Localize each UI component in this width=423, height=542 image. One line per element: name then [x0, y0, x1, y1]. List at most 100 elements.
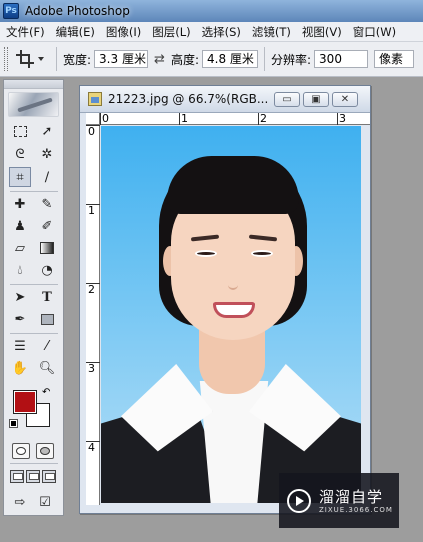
foreground-color-swatch[interactable]	[13, 390, 37, 414]
ruler-tick	[86, 441, 100, 442]
menu-filter[interactable]: 滤镜(T)	[246, 24, 296, 40]
chevron-down-icon	[38, 57, 44, 61]
document-title: 21223.jpg @ 66.7%(RGB...	[108, 92, 268, 106]
zoom-tool-icon[interactable]: 🔍︎	[36, 358, 58, 378]
toolbox-grip[interactable]	[4, 80, 63, 89]
ruler-tick	[337, 113, 338, 125]
tool-preset-picker[interactable]	[16, 47, 50, 71]
gradient-tool-icon[interactable]	[36, 238, 58, 258]
photoshop-window: Ps Adobe Photoshop 文件(F) 编辑(E) 图像(I) 图层(…	[0, 0, 423, 542]
healing-brush-tool-icon[interactable]: ✚	[9, 194, 31, 214]
ruler-tick	[86, 204, 100, 205]
divider	[10, 333, 58, 334]
ruler-label: 1	[181, 112, 188, 125]
image-file-icon	[88, 92, 102, 106]
photoshop-feather-logo[interactable]	[8, 92, 59, 117]
divider	[56, 47, 57, 71]
width-input[interactable]: 3.3 厘米	[94, 50, 149, 68]
ruler-tick	[86, 125, 100, 126]
menu-file[interactable]: 文件(F)	[0, 24, 50, 40]
ruler-label: 3	[88, 362, 95, 375]
magic-wand-tool-icon[interactable]: ✲	[36, 144, 58, 164]
minimize-button[interactable]: ▭	[274, 91, 300, 107]
full-screen-menu-mode-icon[interactable]	[26, 470, 40, 483]
resolution-input[interactable]: 300	[314, 50, 369, 68]
ruler-tick	[100, 113, 101, 125]
app-title: Adobe Photoshop	[25, 4, 130, 18]
move-tool-icon[interactable]: ➚	[36, 121, 58, 141]
width-label: 宽度:	[63, 52, 92, 67]
portrait-eye	[251, 250, 273, 257]
lasso-tool-icon[interactable]: ᘓ	[9, 144, 31, 164]
ruler-label: 2	[88, 283, 95, 296]
portrait-eye	[195, 250, 217, 257]
divider	[264, 47, 265, 71]
ruler-label: 0	[102, 112, 109, 125]
options-grip-handle[interactable]	[4, 47, 8, 71]
standard-mode-icon[interactable]	[12, 443, 30, 459]
divider	[10, 191, 58, 192]
divider	[10, 463, 58, 464]
ruler-tick	[86, 283, 100, 284]
menu-window[interactable]: 窗口(W)	[347, 24, 401, 40]
blur-tool-icon[interactable]: 💧︎	[9, 260, 31, 280]
swap-colors-icon[interactable]: ↶	[42, 387, 50, 398]
play-logo-icon	[287, 488, 311, 513]
path-selection-tool-icon[interactable]: ➤	[9, 287, 31, 307]
ruler-label: 4	[88, 441, 95, 454]
photoshop-app-icon: Ps	[3, 3, 19, 19]
eraser-tool-icon[interactable]: ▱	[9, 238, 31, 258]
standard-screen-mode-icon[interactable]	[10, 470, 24, 483]
ruler-tick	[179, 113, 180, 125]
menu-select[interactable]: 选择(S)	[196, 24, 246, 40]
type-tool-icon[interactable]: T	[36, 287, 58, 307]
default-colors-icon[interactable]	[9, 419, 18, 428]
pen-tool-icon[interactable]: ✒	[9, 309, 31, 329]
maximize-button[interactable]: ▣	[303, 91, 329, 107]
slice-tool-icon[interactable]: ∕	[36, 167, 58, 187]
dodge-tool-icon[interactable]: ◔	[36, 260, 58, 280]
quick-mask-mode-icon[interactable]	[36, 443, 54, 459]
portrait-hairline	[167, 156, 299, 214]
close-button[interactable]: ✕	[332, 91, 358, 107]
ruler-label: 3	[339, 112, 346, 125]
ruler-label: 1	[88, 204, 95, 217]
marquee-tool-icon[interactable]	[9, 121, 31, 141]
ruler-tick	[86, 362, 100, 363]
portrait-nose	[228, 266, 238, 290]
crop-tool-icon[interactable]: ⌗	[9, 167, 31, 187]
horizontal-ruler[interactable]: 0 1 2 3	[100, 113, 370, 125]
menu-image[interactable]: 图像(I)	[100, 24, 146, 40]
clone-stamp-tool-icon[interactable]: ♟	[9, 216, 31, 236]
ruler-origin[interactable]	[86, 113, 100, 125]
history-brush-tool-icon[interactable]: ✐	[36, 216, 58, 236]
watermark-url: ZIXUE.3066.COM	[319, 505, 393, 514]
eyedropper-tool-icon[interactable]: ⁄	[36, 336, 58, 356]
watermark-title: 溜溜自学	[319, 487, 384, 506]
portrait-smile	[213, 302, 255, 318]
ruler-label: 0	[88, 125, 95, 138]
menu-view[interactable]: 视图(V)	[296, 24, 347, 40]
document-title-bar[interactable]: 21223.jpg @ 66.7%(RGB... ▭ ▣ ✕	[80, 86, 370, 113]
watermark-text: 溜溜自学 ZIXUE.3066.COM	[319, 488, 393, 514]
height-input[interactable]: 4.8 厘米	[202, 50, 258, 68]
brush-tool-icon[interactable]: ✎	[36, 194, 58, 214]
menu-layer[interactable]: 图层(L)	[146, 24, 195, 40]
vertical-ruler[interactable]: 0 1 2 3 4	[86, 125, 100, 505]
full-screen-mode-icon[interactable]	[42, 470, 56, 483]
title-bar: Ps Adobe Photoshop	[0, 0, 423, 22]
options-bar: 宽度: 3.3 厘米 ⇄ 高度: 4.8 厘米 分辨率: 300 像素	[0, 42, 423, 77]
ruler-label: 2	[260, 112, 267, 125]
document-window: 21223.jpg @ 66.7%(RGB... ▭ ▣ ✕ 0 1 2 3 0…	[79, 85, 371, 514]
menu-edit[interactable]: 编辑(E)	[50, 24, 100, 40]
edit-in-imageready-icon[interactable]: ☑	[34, 492, 56, 512]
jump-to-imageready-icon[interactable]: ⇨	[9, 492, 31, 512]
notes-tool-icon[interactable]: ☰	[9, 336, 31, 356]
watermark: 溜溜自学 ZIXUE.3066.COM	[279, 473, 399, 528]
shape-tool-icon[interactable]	[36, 309, 58, 329]
swap-dimensions-icon[interactable]: ⇄	[154, 52, 165, 67]
hand-tool-icon[interactable]: ✋	[9, 358, 31, 378]
image-canvas[interactable]	[101, 126, 361, 503]
menu-bar: 文件(F) 编辑(E) 图像(I) 图层(L) 选择(S) 滤镜(T) 视图(V…	[0, 22, 423, 42]
resolution-unit-select[interactable]: 像素	[374, 50, 415, 68]
